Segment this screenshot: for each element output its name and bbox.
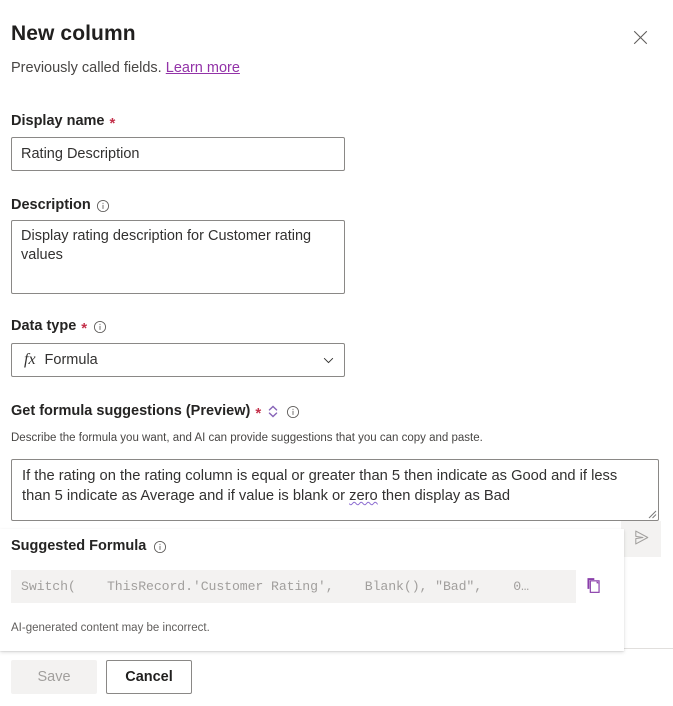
formula-prompt-textarea[interactable]: If the rating on the rating column is eq… — [11, 459, 659, 521]
data-type-dropdown[interactable]: fx Formula — [11, 343, 345, 377]
chevron-up-down-icon[interactable] — [266, 403, 280, 419]
prompt-misspelled-word: zero — [349, 488, 378, 504]
description-label: Description — [11, 197, 111, 213]
close-button[interactable] — [625, 24, 655, 54]
data-type-selected-value: Formula — [45, 352, 322, 368]
learn-more-link[interactable]: Learn more — [166, 60, 240, 76]
new-column-panel: New column Previously called fields. Lea… — [0, 0, 673, 706]
required-asterisk: * — [110, 116, 116, 131]
required-asterisk: * — [81, 321, 87, 336]
formula-suggestions-label: Get formula suggestions (Preview) * — [11, 403, 300, 419]
info-icon[interactable] — [92, 320, 107, 335]
suggested-formula-box[interactable]: Switch( ThisRecord.'Customer Rating', Bl… — [11, 570, 576, 603]
footer-button-row: Save Cancel — [11, 660, 192, 694]
page-title: New column — [11, 22, 136, 46]
required-asterisk: * — [255, 406, 261, 421]
display-name-label-text: Display name — [11, 113, 105, 129]
ai-disclaimer: AI-generated content may be incorrect. — [11, 622, 210, 634]
subtitle: Previously called fields. Learn more — [11, 60, 240, 76]
formula-suggestions-helper: Describe the formula you want, and AI ca… — [11, 432, 483, 444]
chevron-down-icon — [322, 354, 335, 367]
description-textarea[interactable] — [11, 220, 345, 294]
close-icon — [633, 30, 648, 48]
suggested-formula-text: Switch( ThisRecord.'Customer Rating', Bl… — [21, 579, 529, 594]
info-icon[interactable] — [285, 405, 300, 420]
data-type-label: Data type * — [11, 318, 107, 334]
display-name-input[interactable] — [11, 137, 345, 171]
data-type-label-text: Data type — [11, 318, 76, 334]
fx-icon: fx — [24, 351, 36, 369]
display-name-label: Display name * — [11, 113, 115, 129]
formula-suggestions-label-text: Get formula suggestions (Preview) — [11, 403, 250, 419]
prompt-text-part-1: If the rating on the rating column is eq… — [22, 468, 617, 504]
prompt-text-part-2: then display as Bad — [378, 488, 510, 504]
send-icon — [632, 528, 651, 550]
copy-icon — [585, 576, 604, 598]
cancel-button[interactable]: Cancel — [106, 660, 192, 694]
copy-formula-button[interactable] — [582, 575, 606, 599]
info-icon[interactable] — [96, 199, 111, 214]
subtitle-text: Previously called fields. — [11, 60, 162, 76]
suggested-formula-label-text: Suggested Formula — [11, 538, 146, 554]
suggested-formula-label: Suggested Formula — [11, 538, 167, 554]
info-icon[interactable] — [152, 540, 167, 555]
send-prompt-button[interactable] — [621, 521, 661, 557]
save-button[interactable]: Save — [11, 660, 97, 694]
description-label-text: Description — [11, 197, 91, 213]
suggested-formula-card: Suggested Formula Switch( ThisRecord.'Cu… — [0, 529, 624, 651]
